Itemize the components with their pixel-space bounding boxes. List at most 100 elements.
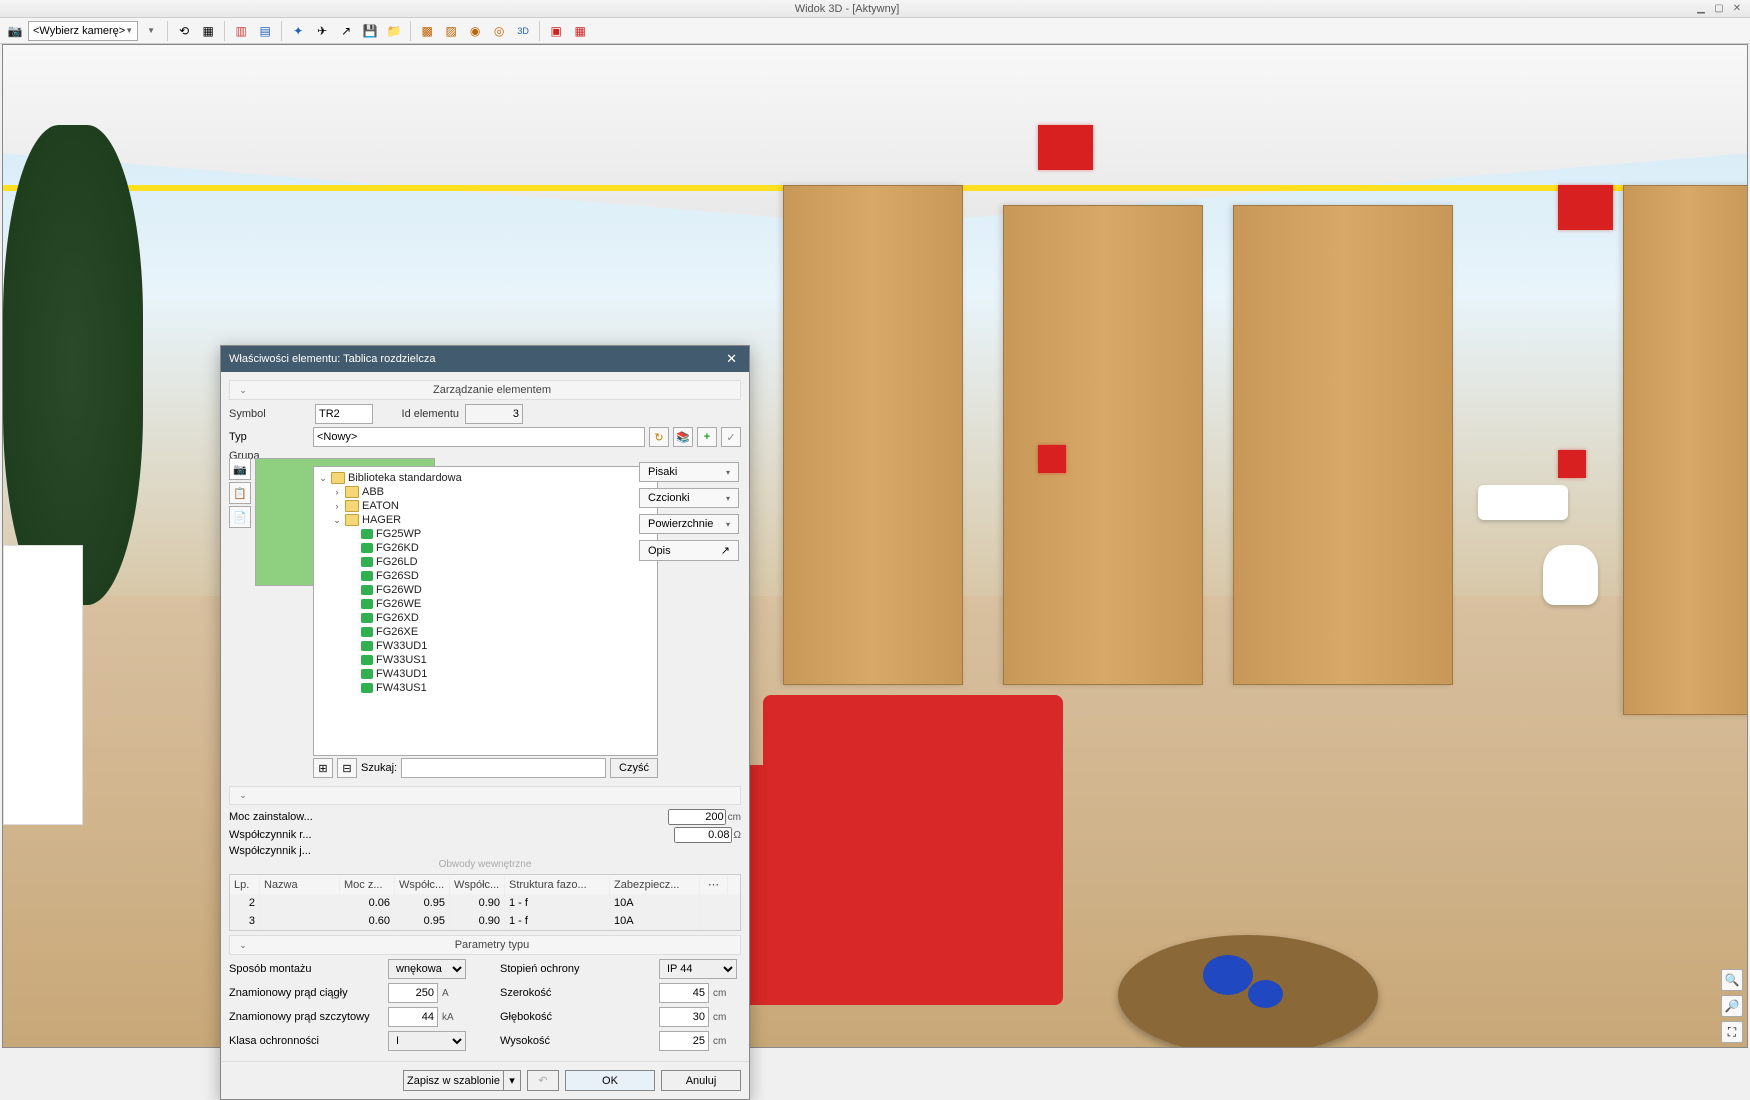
- tree-item[interactable]: FG25WP: [318, 527, 653, 541]
- tree-item[interactable]: FG26KD: [318, 541, 653, 555]
- tree-item[interactable]: FG26SD: [318, 569, 653, 583]
- preview-3d-tab-icon[interactable]: 📷: [229, 458, 251, 480]
- scene-sink: [1478, 485, 1568, 520]
- circuits-subtitle: Obwody wewnętrzne: [229, 859, 741, 870]
- tree-item[interactable]: FW43US1: [318, 681, 653, 695]
- preview-2d-tab-icon[interactable]: 📋: [229, 482, 251, 504]
- label-type: Typ: [229, 431, 309, 443]
- cancel-button[interactable]: Anuluj: [661, 1070, 741, 1091]
- tool-plane-icon[interactable]: ✈: [311, 20, 333, 42]
- tree-brand-eaton[interactable]: ›EATON: [318, 499, 653, 513]
- grid-add-icon[interactable]: ⋯: [700, 875, 728, 894]
- tree-item[interactable]: FW33UD1: [318, 639, 653, 653]
- param-select[interactable]: IP 44: [659, 959, 737, 979]
- section-header-manage[interactable]: ⌄ Zarządzanie elementem: [229, 380, 741, 400]
- table-row[interactable]: 20.060.950.901 - f10A: [230, 894, 740, 912]
- tool-render1-icon[interactable]: ▩: [416, 20, 438, 42]
- tree-item[interactable]: FW43UD1: [318, 667, 653, 681]
- camera-select[interactable]: <Wybierz kamerę> ▼: [28, 21, 138, 41]
- fonts-button[interactable]: Czcionki▾: [639, 488, 739, 508]
- close-icon[interactable]: ✕: [722, 351, 741, 367]
- tool-render2-icon[interactable]: ▨: [440, 20, 462, 42]
- dialog-titlebar[interactable]: Właściwości elementu: Tablica rozdzielcz…: [221, 346, 749, 372]
- label-symbol: Symbol: [229, 408, 309, 420]
- scene-alarm: [1038, 125, 1093, 170]
- height-input[interactable]: [668, 809, 726, 825]
- type-tree[interactable]: ⌄Biblioteka standardowa ›ABB ›EATON ⌄HAG…: [313, 466, 658, 756]
- search-collapse-icon[interactable]: ⊟: [337, 758, 357, 778]
- table-row[interactable]: 30.600.950.901 - f10A: [230, 912, 740, 930]
- tool-orbit-icon[interactable]: ⟲: [173, 20, 195, 42]
- search-clear-button[interactable]: Czyść: [610, 758, 658, 778]
- scene-chair: [3, 545, 83, 825]
- param-row: Klasa ochronnościI: [229, 1031, 470, 1051]
- symbol-input[interactable]: [315, 404, 373, 424]
- tool-axes-icon[interactable]: ✦: [287, 20, 309, 42]
- zoom-in-icon[interactable]: 🔍: [1721, 969, 1743, 991]
- tool-select-icon[interactable]: ▦: [197, 20, 219, 42]
- tool-layers-icon[interactable]: ▤: [254, 20, 276, 42]
- window-maximize-icon[interactable]: ▢: [1712, 3, 1726, 15]
- param-input[interactable]: [388, 983, 438, 1003]
- tool-save-icon[interactable]: 💾: [359, 20, 381, 42]
- label-id: Id elementu: [379, 408, 459, 420]
- param-input[interactable]: [659, 1031, 709, 1051]
- section-header-collapsed[interactable]: ⌄: [229, 786, 741, 805]
- zoom-out-icon[interactable]: 🔎: [1721, 995, 1743, 1017]
- impedance-input[interactable]: [674, 827, 732, 843]
- description-button[interactable]: Opis↗: [639, 540, 739, 561]
- param-input[interactable]: [659, 1007, 709, 1027]
- param-input[interactable]: [659, 983, 709, 1003]
- save-template-button[interactable]: Zapisz w szablonie: [403, 1070, 503, 1091]
- pens-button[interactable]: Pisaki▾: [639, 462, 739, 482]
- scene-teapot: [1203, 955, 1253, 995]
- param-select[interactable]: I: [388, 1031, 466, 1051]
- type-combo[interactable]: [313, 427, 645, 447]
- window-titlebar: Widok 3D - [Aktywny] ▁ ▢ ✕: [0, 0, 1750, 18]
- tree-item[interactable]: FG26LD: [318, 555, 653, 569]
- tree-item[interactable]: FG26WD: [318, 583, 653, 597]
- preview-info-tab-icon[interactable]: 📄: [229, 506, 251, 528]
- tree-root[interactable]: ⌄Biblioteka standardowa: [318, 471, 653, 485]
- tree-item[interactable]: FG26WE: [318, 597, 653, 611]
- type-refresh-icon[interactable]: ↻: [649, 427, 669, 447]
- label-power: Moc zainstalow...: [229, 811, 319, 823]
- window-close-icon[interactable]: ✕: [1730, 3, 1744, 15]
- scene-tree: [3, 125, 143, 605]
- tree-item[interactable]: FG26XE: [318, 625, 653, 639]
- zoom-fit-icon[interactable]: ⛶: [1721, 1021, 1743, 1043]
- search-expand-icon[interactable]: ⊞: [313, 758, 333, 778]
- param-row: Znamionowy prąd szczytowykA: [229, 1007, 470, 1027]
- dropdown-icon[interactable]: ▼: [140, 20, 162, 42]
- param-input[interactable]: [388, 1007, 438, 1027]
- label-factor1: Współczynnik r...: [229, 829, 319, 841]
- tool-grid-icon[interactable]: ▥: [230, 20, 252, 42]
- save-template-dropdown-icon[interactable]: ▾: [503, 1070, 521, 1091]
- type-check-icon[interactable]: ✓: [721, 427, 741, 447]
- window-minimize-icon[interactable]: ▁: [1694, 3, 1708, 15]
- circuits-grid: Lp. Nazwa Moc z... Współc... Współc... S…: [229, 874, 741, 931]
- scene-sofa: [763, 695, 1063, 1005]
- param-select[interactable]: wnękowa: [388, 959, 466, 979]
- type-add-icon[interactable]: +: [697, 427, 717, 447]
- section-header-params[interactable]: ⌄ Parametry typu: [229, 935, 741, 955]
- camera-icon[interactable]: 📷: [4, 20, 26, 42]
- chevron-down-icon: ⌄: [236, 385, 250, 396]
- tool-settings-icon[interactable]: ▦: [569, 20, 591, 42]
- tool-render3-icon[interactable]: ◉: [464, 20, 486, 42]
- surfaces-button[interactable]: Powierzchnie▾: [639, 514, 739, 534]
- tool-folder-icon[interactable]: 📁: [383, 20, 405, 42]
- tree-brand-hager[interactable]: ⌄HAGER: [318, 513, 653, 527]
- undo-button[interactable]: ↶: [527, 1070, 559, 1091]
- tree-brand-abb[interactable]: ›ABB: [318, 485, 653, 499]
- ok-button[interactable]: OK: [565, 1070, 655, 1091]
- zoom-controls: 🔍 🔎 ⛶: [1721, 969, 1743, 1043]
- tree-item[interactable]: FG26XD: [318, 611, 653, 625]
- tool-render4-icon[interactable]: ◎: [488, 20, 510, 42]
- type-library-icon[interactable]: 📚: [673, 427, 693, 447]
- search-input[interactable]: [401, 758, 606, 778]
- tool-arrow-icon[interactable]: ↗: [335, 20, 357, 42]
- tree-item[interactable]: FW33US1: [318, 653, 653, 667]
- tool-3d-icon[interactable]: 3D: [512, 20, 534, 42]
- tool-record-icon[interactable]: ▣: [545, 20, 567, 42]
